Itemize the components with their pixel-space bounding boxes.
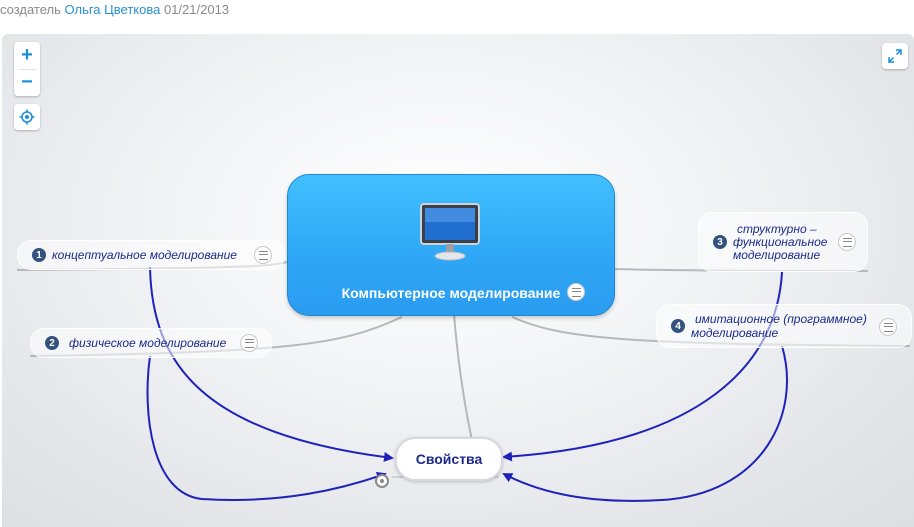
branch-label-line-1: имитационное (программное) (695, 312, 867, 326)
target-icon (19, 109, 35, 125)
gear-icon[interactable] (375, 474, 389, 488)
zoom-out-button[interactable]: − (14, 69, 40, 96)
note-icon[interactable] (240, 334, 258, 352)
center-map-button[interactable] (14, 104, 40, 130)
byline-prefix: создатель (0, 2, 61, 17)
created-date: 01/21/2013 (163, 2, 230, 17)
branch-label: физическое моделирование (69, 336, 227, 350)
central-topic[interactable]: Компьютерное моделирование (287, 174, 615, 316)
expand-icon (888, 49, 902, 63)
topic-number-badge: 3 (713, 235, 727, 249)
topic-number-badge: 2 (45, 336, 59, 350)
properties-topic[interactable]: Свойства (395, 437, 503, 481)
mindmap-canvas[interactable]: + − Компьютерное моделирование 1 концепт… (2, 34, 914, 527)
branch-topic-1[interactable]: 1 концептуальное моделирование (17, 240, 285, 270)
topic-number-badge: 1 (32, 248, 46, 262)
central-topic-title: Компьютерное моделирование (341, 285, 561, 301)
target-line (453, 313, 473, 441)
zoom-controls: + − (14, 42, 40, 96)
note-icon[interactable] (567, 283, 585, 301)
branch-label-line-2: моделирование (691, 326, 779, 340)
author-link[interactable]: Ольга Цветкова (65, 2, 161, 17)
branch-label-line-3: моделирование (733, 248, 821, 262)
branch-topic-4[interactable]: 4 имитационное (программное) моделирован… (656, 304, 912, 348)
note-icon[interactable] (879, 318, 897, 336)
note-icon[interactable] (254, 246, 272, 264)
zoom-in-button[interactable]: + (14, 42, 40, 69)
relation-arrow-4 (502, 345, 788, 502)
topic-number-badge: 4 (671, 319, 685, 333)
branch-label: концептуальное моделирование (52, 248, 237, 262)
branch-topic-3[interactable]: 3 структурно – функциональное моделирова… (698, 212, 868, 272)
note-icon[interactable] (838, 233, 856, 251)
monitor-icon (420, 203, 480, 261)
branch-topic-2[interactable]: 2 физическое моделирование (30, 328, 272, 358)
byline: создатель Ольга Цветкова 01/21/2013 (0, 2, 229, 17)
fullscreen-button[interactable] (882, 43, 908, 69)
